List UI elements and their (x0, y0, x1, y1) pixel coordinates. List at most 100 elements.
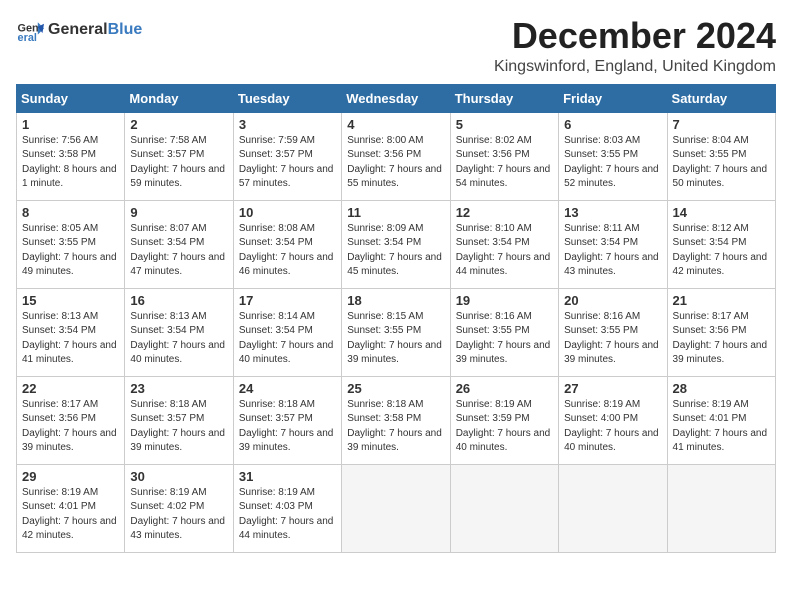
sunrise-label: Sunrise: 8:05 AM (22, 223, 98, 234)
sunrise-label: Sunrise: 7:59 AM (239, 135, 315, 146)
daylight-label: Daylight: 7 hours and 59 minutes. (130, 164, 225, 190)
day-info: Sunrise: 8:19 AM Sunset: 3:59 PM Dayligh… (456, 398, 553, 456)
daylight-label: Daylight: 7 hours and 49 minutes. (22, 252, 117, 278)
daylight-label: Daylight: 7 hours and 39 minutes. (456, 340, 551, 366)
sunrise-label: Sunrise: 8:18 AM (347, 399, 423, 410)
sunset-label: Sunset: 3:56 PM (673, 325, 747, 336)
sunrise-label: Sunrise: 8:08 AM (239, 223, 315, 234)
calendar-cell: 5 Sunrise: 8:02 AM Sunset: 3:56 PM Dayli… (450, 112, 558, 200)
calendar-cell: 9 Sunrise: 8:07 AM Sunset: 3:54 PM Dayli… (125, 200, 233, 288)
sunset-label: Sunset: 3:55 PM (564, 149, 638, 160)
sunset-label: Sunset: 3:57 PM (239, 149, 313, 160)
day-info: Sunrise: 8:16 AM Sunset: 3:55 PM Dayligh… (564, 310, 661, 368)
calendar-cell: 20 Sunrise: 8:16 AM Sunset: 3:55 PM Dayl… (559, 288, 667, 376)
sunrise-label: Sunrise: 8:00 AM (347, 135, 423, 146)
day-number: 23 (130, 381, 227, 396)
sunset-label: Sunset: 3:56 PM (456, 149, 530, 160)
day-info: Sunrise: 8:04 AM Sunset: 3:55 PM Dayligh… (673, 134, 770, 192)
sunrise-label: Sunrise: 8:19 AM (564, 399, 640, 410)
calendar-cell: 8 Sunrise: 8:05 AM Sunset: 3:55 PM Dayli… (17, 200, 125, 288)
calendar-cell: 15 Sunrise: 8:13 AM Sunset: 3:54 PM Dayl… (17, 288, 125, 376)
day-info: Sunrise: 8:19 AM Sunset: 4:01 PM Dayligh… (22, 486, 119, 544)
calendar-cell: 12 Sunrise: 8:10 AM Sunset: 3:54 PM Dayl… (450, 200, 558, 288)
daylight-label: Daylight: 7 hours and 43 minutes. (564, 252, 659, 278)
day-info: Sunrise: 8:13 AM Sunset: 3:54 PM Dayligh… (130, 310, 227, 368)
day-number: 6 (564, 117, 661, 132)
day-number: 28 (673, 381, 770, 396)
day-number: 20 (564, 293, 661, 308)
daylight-label: Daylight: 7 hours and 44 minutes. (239, 516, 334, 542)
calendar-cell: 2 Sunrise: 7:58 AM Sunset: 3:57 PM Dayli… (125, 112, 233, 200)
sunrise-label: Sunrise: 8:07 AM (130, 223, 206, 234)
daylight-label: Daylight: 7 hours and 43 minutes. (130, 516, 225, 542)
day-number: 8 (22, 205, 119, 220)
sunset-label: Sunset: 3:55 PM (456, 325, 530, 336)
sunset-label: Sunset: 4:01 PM (673, 413, 747, 424)
day-number: 1 (22, 117, 119, 132)
sunrise-label: Sunrise: 8:16 AM (564, 311, 640, 322)
day-number: 12 (456, 205, 553, 220)
daylight-label: Daylight: 7 hours and 39 minutes. (564, 340, 659, 366)
daylight-label: Daylight: 7 hours and 40 minutes. (239, 340, 334, 366)
day-info: Sunrise: 8:14 AM Sunset: 3:54 PM Dayligh… (239, 310, 336, 368)
day-number: 9 (130, 205, 227, 220)
sunset-label: Sunset: 4:03 PM (239, 501, 313, 512)
calendar-cell: 14 Sunrise: 8:12 AM Sunset: 3:54 PM Dayl… (667, 200, 775, 288)
logo-blue: Blue (108, 21, 143, 38)
day-number: 15 (22, 293, 119, 308)
sunrise-label: Sunrise: 8:17 AM (22, 399, 98, 410)
calendar-cell (667, 464, 775, 552)
weekday-header-wednesday: Wednesday (342, 84, 450, 112)
sunset-label: Sunset: 3:54 PM (347, 237, 421, 248)
daylight-label: Daylight: 7 hours and 42 minutes. (673, 252, 768, 278)
title-area: December 2024 Kingswinford, England, Uni… (494, 16, 776, 76)
day-info: Sunrise: 8:17 AM Sunset: 3:56 PM Dayligh… (673, 310, 770, 368)
sunrise-label: Sunrise: 8:02 AM (456, 135, 532, 146)
sunrise-label: Sunrise: 8:14 AM (239, 311, 315, 322)
day-info: Sunrise: 8:18 AM Sunset: 3:58 PM Dayligh… (347, 398, 444, 456)
day-info: Sunrise: 8:18 AM Sunset: 3:57 PM Dayligh… (239, 398, 336, 456)
sunrise-label: Sunrise: 8:10 AM (456, 223, 532, 234)
day-number: 29 (22, 469, 119, 484)
sunset-label: Sunset: 3:58 PM (22, 149, 96, 160)
daylight-label: Daylight: 7 hours and 47 minutes. (130, 252, 225, 278)
weekday-header-saturday: Saturday (667, 84, 775, 112)
main-title: December 2024 (494, 16, 776, 56)
daylight-label: Daylight: 7 hours and 39 minutes. (347, 340, 442, 366)
day-info: Sunrise: 8:19 AM Sunset: 4:03 PM Dayligh… (239, 486, 336, 544)
calendar-cell: 22 Sunrise: 8:17 AM Sunset: 3:56 PM Dayl… (17, 376, 125, 464)
svg-text:eral: eral (18, 32, 37, 44)
sunrise-label: Sunrise: 8:13 AM (22, 311, 98, 322)
calendar-cell: 18 Sunrise: 8:15 AM Sunset: 3:55 PM Dayl… (342, 288, 450, 376)
day-number: 21 (673, 293, 770, 308)
calendar-cell: 13 Sunrise: 8:11 AM Sunset: 3:54 PM Dayl… (559, 200, 667, 288)
sunrise-label: Sunrise: 8:03 AM (564, 135, 640, 146)
calendar-cell: 28 Sunrise: 8:19 AM Sunset: 4:01 PM Dayl… (667, 376, 775, 464)
sunrise-label: Sunrise: 8:19 AM (673, 399, 749, 410)
daylight-label: Daylight: 7 hours and 52 minutes. (564, 164, 659, 190)
sunset-label: Sunset: 3:55 PM (347, 325, 421, 336)
logo-icon: Gen eral (16, 16, 44, 44)
sunset-label: Sunset: 3:56 PM (347, 149, 421, 160)
sunset-label: Sunset: 3:55 PM (564, 325, 638, 336)
day-number: 17 (239, 293, 336, 308)
day-number: 7 (673, 117, 770, 132)
sunrise-label: Sunrise: 8:19 AM (22, 487, 98, 498)
sunrise-label: Sunrise: 8:04 AM (673, 135, 749, 146)
calendar-cell: 7 Sunrise: 8:04 AM Sunset: 3:55 PM Dayli… (667, 112, 775, 200)
day-number: 10 (239, 205, 336, 220)
sunrise-label: Sunrise: 7:58 AM (130, 135, 206, 146)
sunset-label: Sunset: 3:54 PM (130, 325, 204, 336)
calendar-cell: 27 Sunrise: 8:19 AM Sunset: 4:00 PM Dayl… (559, 376, 667, 464)
sunset-label: Sunset: 3:55 PM (673, 149, 747, 160)
day-number: 14 (673, 205, 770, 220)
day-info: Sunrise: 8:15 AM Sunset: 3:55 PM Dayligh… (347, 310, 444, 368)
sunset-label: Sunset: 3:54 PM (456, 237, 530, 248)
sunrise-label: Sunrise: 8:12 AM (673, 223, 749, 234)
sunrise-label: Sunrise: 8:09 AM (347, 223, 423, 234)
sunrise-label: Sunrise: 8:19 AM (456, 399, 532, 410)
day-number: 25 (347, 381, 444, 396)
day-info: Sunrise: 8:02 AM Sunset: 3:56 PM Dayligh… (456, 134, 553, 192)
calendar-cell (450, 464, 558, 552)
day-info: Sunrise: 7:56 AM Sunset: 3:58 PM Dayligh… (22, 134, 119, 192)
